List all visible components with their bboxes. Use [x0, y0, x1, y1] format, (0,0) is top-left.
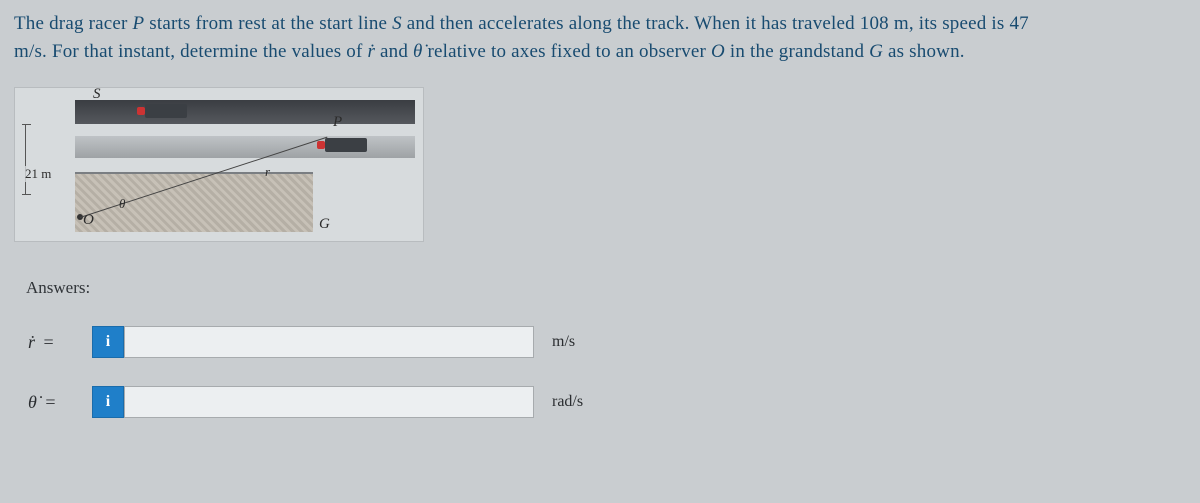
text-part: and — [375, 41, 413, 62]
equals-sign: = — [44, 332, 54, 352]
info-icon[interactable]: i — [92, 386, 124, 418]
var-rdot: ṙ — [367, 41, 375, 62]
label-r: r — [265, 164, 270, 180]
answer-row-rdot: ṙ = i m/s — [14, 326, 1186, 358]
label-o: O — [83, 212, 94, 229]
unit-label: rad/s — [552, 393, 583, 411]
info-icon[interactable]: i — [92, 326, 124, 358]
text-part: The drag racer — [14, 13, 133, 34]
problem-figure: 21 m S P r G O θ — [14, 87, 424, 242]
var-symbol: ṙ — [28, 332, 35, 352]
grandstand — [75, 172, 313, 232]
var-symbol: θ̇ — [28, 392, 37, 412]
var-thetadot: θ̇ — [413, 41, 423, 62]
thetadot-input[interactable] — [124, 386, 534, 418]
label-g: G — [319, 216, 330, 233]
text-part: relative to axes fixed to an observer — [423, 41, 711, 62]
answer-row-thetadot: θ̇ = i rad/s — [14, 386, 1186, 418]
var-O: O — [711, 41, 725, 62]
vertical-dimension-label: 21 m — [23, 166, 53, 182]
var-G: G — [869, 41, 883, 62]
text-part: as shown. — [883, 41, 965, 62]
answer-var: ṙ = — [28, 332, 92, 353]
label-theta: θ — [119, 196, 125, 212]
racer-at-p — [325, 138, 367, 152]
var-S: S — [392, 13, 402, 34]
answers-heading: Answers: — [26, 278, 1186, 298]
racer-at-start — [145, 104, 187, 118]
unit-label: m/s — [552, 333, 575, 351]
label-s: S — [93, 86, 101, 103]
text-part: in the grandstand — [725, 41, 869, 62]
problem-statement: The drag racer P starts from rest at the… — [14, 10, 1186, 65]
track-upper — [75, 100, 415, 124]
text-part: and then accelerates along the track. Wh… — [402, 13, 1029, 34]
rdot-input[interactable] — [124, 326, 534, 358]
equals-sign: = — [45, 392, 55, 412]
text-part: starts from rest at the start line — [144, 13, 392, 34]
var-P: P — [133, 13, 145, 34]
label-p: P — [333, 114, 342, 131]
text-part: m/s. For that instant, determine the val… — [14, 41, 367, 62]
vertical-dimension-line — [25, 124, 69, 195]
answer-var: θ̇ = — [28, 392, 92, 413]
